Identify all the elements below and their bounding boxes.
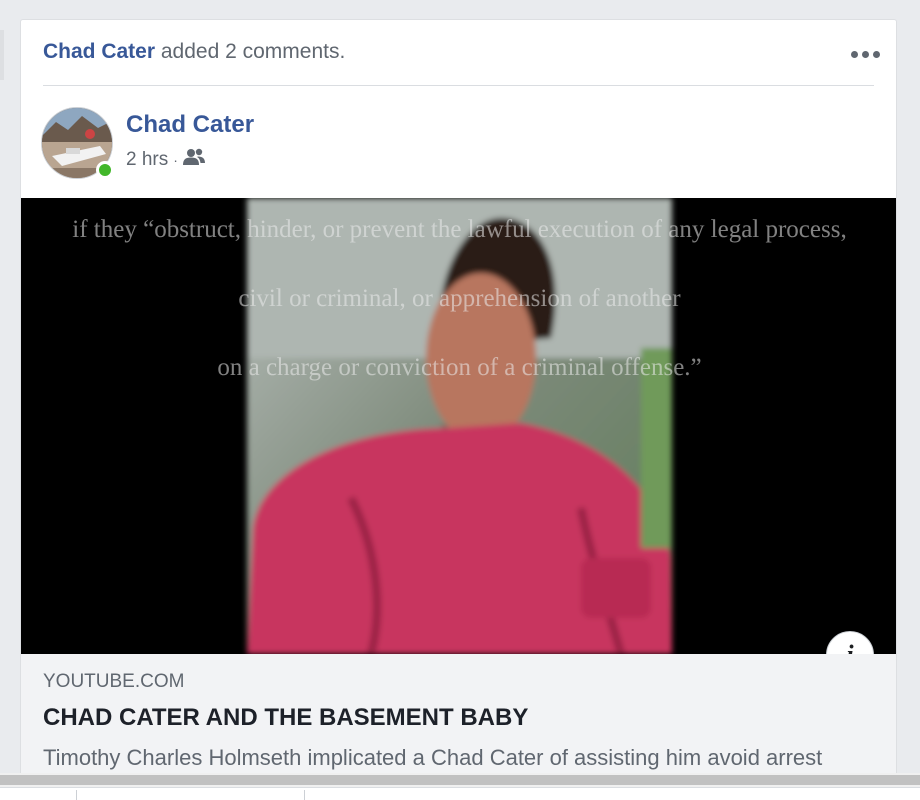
overlay-quote-line: civil or criminal, or apprehension of an… [238,285,681,312]
activity-story-header: Chad Cater added 2 comments. [43,40,345,64]
bottom-bar-divider [76,790,77,800]
video-frame-image [21,198,896,654]
link-description: Timothy Charles Holmseth implicated a Ch… [43,745,823,770]
author-avatar-link[interactable] [41,107,114,179]
bottom-bar-divider [304,790,305,800]
link-title[interactable]: CHAD CATER AND THE BASEMENT BABY [43,704,528,732]
page: Chad Cater added 2 comments. Chad Cater … [0,0,920,800]
activity-action-text: added 2 comments. [160,40,346,63]
overlay-quote-line: on a charge or conviction of a criminal … [217,354,702,381]
header-divider [43,85,874,86]
post-author-name[interactable]: Chad Cater [126,111,254,139]
more-options-button[interactable] [848,44,882,64]
adjacent-column-edge [0,30,4,80]
bottom-bar [0,787,920,800]
video-thumbnail[interactable]: if they “obstruct, hinder, or prevent th… [21,198,896,654]
link-preview[interactable]: YOUTUBE.COM CHAD CATER AND THE BASEMENT … [21,654,896,778]
link-domain: YOUTUBE.COM [43,671,185,692]
scrollbar-thumb[interactable] [0,775,920,785]
horizontal-scrollbar[interactable] [0,773,920,787]
activity-actor-link[interactable]: Chad Cater [43,40,155,63]
post-meta: 2 hrs · [126,148,205,172]
meta-separator: · [173,152,178,168]
more-dot-icon [861,50,869,58]
friends-icon[interactable] [182,148,205,172]
more-dot-icon [872,50,880,58]
overlay-quote-line: if they “obstruct, hinder, or prevent th… [72,216,847,243]
feed-post-card: Chad Cater added 2 comments. Chad Cater … [20,19,897,779]
online-status-indicator [96,161,114,179]
post-timestamp[interactable]: 2 hrs [126,149,168,171]
more-dot-icon [850,50,858,58]
